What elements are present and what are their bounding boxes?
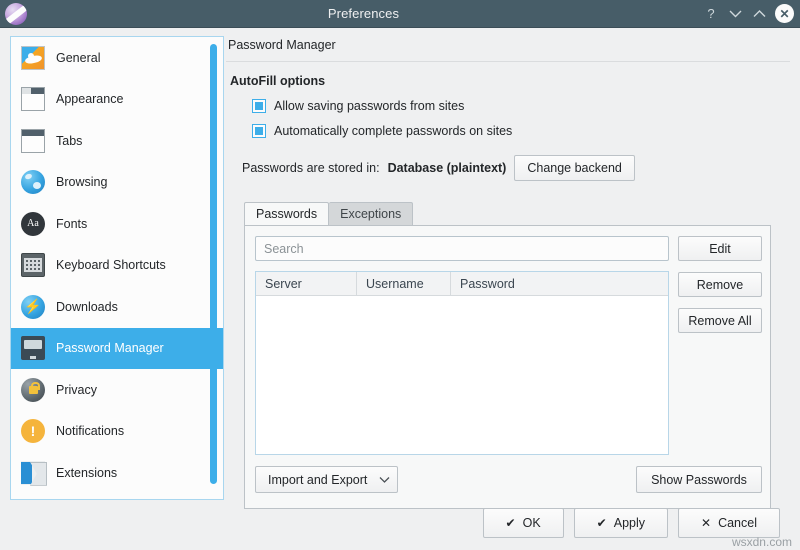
checkbox-autocomplete-passwords[interactable]: Automatically complete passwords on site… (252, 124, 790, 138)
downloads-icon (21, 294, 45, 319)
general-icon (21, 45, 45, 70)
cancel-button[interactable]: ✕ Cancel (678, 508, 780, 538)
sidebar-item-password-manager[interactable]: Password Manager (11, 327, 223, 369)
sidebar-item-label: General (56, 50, 101, 65)
settings-pane: Password Manager AutoFill options Allow … (226, 36, 790, 509)
title-divider (226, 61, 790, 62)
cancel-label: Cancel (718, 516, 757, 530)
extensions-icon (21, 460, 45, 485)
sidebar-item-label: Fonts (56, 216, 88, 231)
minimize-button[interactable] (724, 3, 746, 25)
change-backend-button[interactable]: Change backend (514, 155, 635, 181)
checkbox-label: Allow saving passwords from sites (274, 99, 465, 113)
sidebar-item-browsing[interactable]: Browsing (11, 162, 223, 204)
sidebar-item-extensions[interactable]: Extensions (11, 452, 223, 494)
tab-passwords[interactable]: Passwords (244, 202, 330, 225)
storage-backend-value: Database (plaintext) (387, 161, 507, 175)
checkbox-label: Automatically complete passwords on site… (274, 124, 513, 138)
falkon-icon (5, 2, 27, 25)
column-header-username[interactable]: Username (356, 272, 450, 295)
dialog-button-bar: ✔ OK ✔ Apply ✕ Cancel (0, 508, 790, 538)
keyboard-icon (21, 253, 45, 278)
sidebar-item-label: Password Manager (56, 341, 164, 356)
sidebar-item-label: Notifications (56, 424, 125, 439)
window-controls: ? ✕ (700, 3, 794, 25)
privacy-icon (21, 377, 45, 402)
sidebar-item-privacy[interactable]: Privacy (11, 369, 223, 411)
apply-label: Apply (613, 516, 646, 530)
sidebar-item-label: Appearance (56, 92, 124, 107)
passwords-tabbar[interactable]: Passwords Exceptions (244, 202, 414, 225)
checkbox-allow-saving-passwords[interactable]: Allow saving passwords from sites (252, 99, 790, 113)
sidebar-item-tabs[interactable]: Tabs (11, 120, 223, 162)
checkbox-indicator[interactable] (252, 124, 266, 138)
remove-button[interactable]: Remove (678, 272, 762, 297)
sidebar-item-spell-check[interactable]: A Spell Check (11, 494, 223, 500)
sidebar-item-label: Privacy (56, 382, 97, 397)
sidebar-item-label: Downloads (56, 299, 118, 314)
table-body-empty (256, 296, 668, 454)
ok-button[interactable]: ✔ OK (482, 508, 564, 538)
remove-all-button[interactable]: Remove All (678, 308, 762, 333)
autofill-section-title: AutoFill options (230, 74, 326, 88)
sidebar-item-fonts[interactable]: Aa Fonts (11, 203, 223, 245)
fonts-icon: Aa (21, 211, 45, 236)
page-title: Password Manager (228, 38, 336, 52)
browsing-icon (21, 170, 45, 195)
window-title: Preferences (327, 6, 400, 21)
window-titlebar: Preferences ? ✕ (0, 0, 800, 28)
close-icon: ✕ (701, 516, 712, 530)
tab-exceptions[interactable]: Exceptions (329, 202, 414, 225)
close-button[interactable]: ✕ (775, 4, 794, 23)
apply-button[interactable]: ✔ Apply (573, 508, 669, 538)
dialog-body: General Appearance Tabs Browsing Aa Font… (0, 28, 800, 550)
edit-button[interactable]: Edit (678, 236, 762, 261)
ok-label: OK (522, 516, 541, 530)
column-header-password[interactable]: Password (450, 272, 668, 295)
check-icon: ✔ (505, 516, 516, 530)
watermark: wsxdn.com (731, 535, 792, 549)
sidebar-item-general[interactable]: General (11, 37, 223, 79)
sidebar-scrollbar-thumb[interactable] (210, 44, 217, 484)
password-manager-icon (21, 336, 45, 361)
password-storage-row: Passwords are stored in: Database (plain… (242, 155, 790, 181)
sidebar-item-appearance[interactable]: Appearance (11, 79, 223, 121)
sidebar-item-label: Extensions (56, 465, 118, 480)
sidebar-item-notifications[interactable]: ! Notifications (11, 411, 223, 453)
help-button[interactable]: ? (700, 3, 722, 25)
sidebar-item-label: Tabs (56, 133, 83, 148)
checkbox-indicator[interactable] (252, 99, 266, 113)
show-passwords-button[interactable]: Show Passwords (636, 466, 762, 493)
preferences-sidebar[interactable]: General Appearance Tabs Browsing Aa Font… (10, 36, 224, 500)
table-header-row: Server Username Password (256, 272, 668, 296)
import-and-export-button[interactable]: Import and Export (255, 466, 398, 493)
maximize-button[interactable] (748, 3, 770, 25)
sidebar-item-label: Keyboard Shortcuts (56, 258, 166, 273)
sidebar-scrollbar[interactable] (210, 40, 220, 498)
tabs-icon (21, 128, 45, 153)
sidebar-item-keyboard-shortcuts[interactable]: Keyboard Shortcuts (11, 245, 223, 287)
sidebar-item-label: Browsing (56, 175, 108, 190)
storage-label: Passwords are stored in: (242, 161, 380, 175)
passwords-table[interactable]: Server Username Password (255, 271, 669, 455)
appearance-icon (21, 87, 45, 112)
check-icon: ✔ (596, 516, 607, 530)
passwords-tab-panel: Search Edit Remove Remove All Server Use… (244, 225, 771, 509)
sidebar-item-downloads[interactable]: Downloads (11, 286, 223, 328)
import-export-label: Import and Export (268, 472, 368, 487)
search-input[interactable]: Search (255, 236, 669, 261)
notifications-icon: ! (21, 419, 45, 444)
chevron-down-icon (379, 476, 390, 483)
column-header-server[interactable]: Server (256, 272, 356, 295)
